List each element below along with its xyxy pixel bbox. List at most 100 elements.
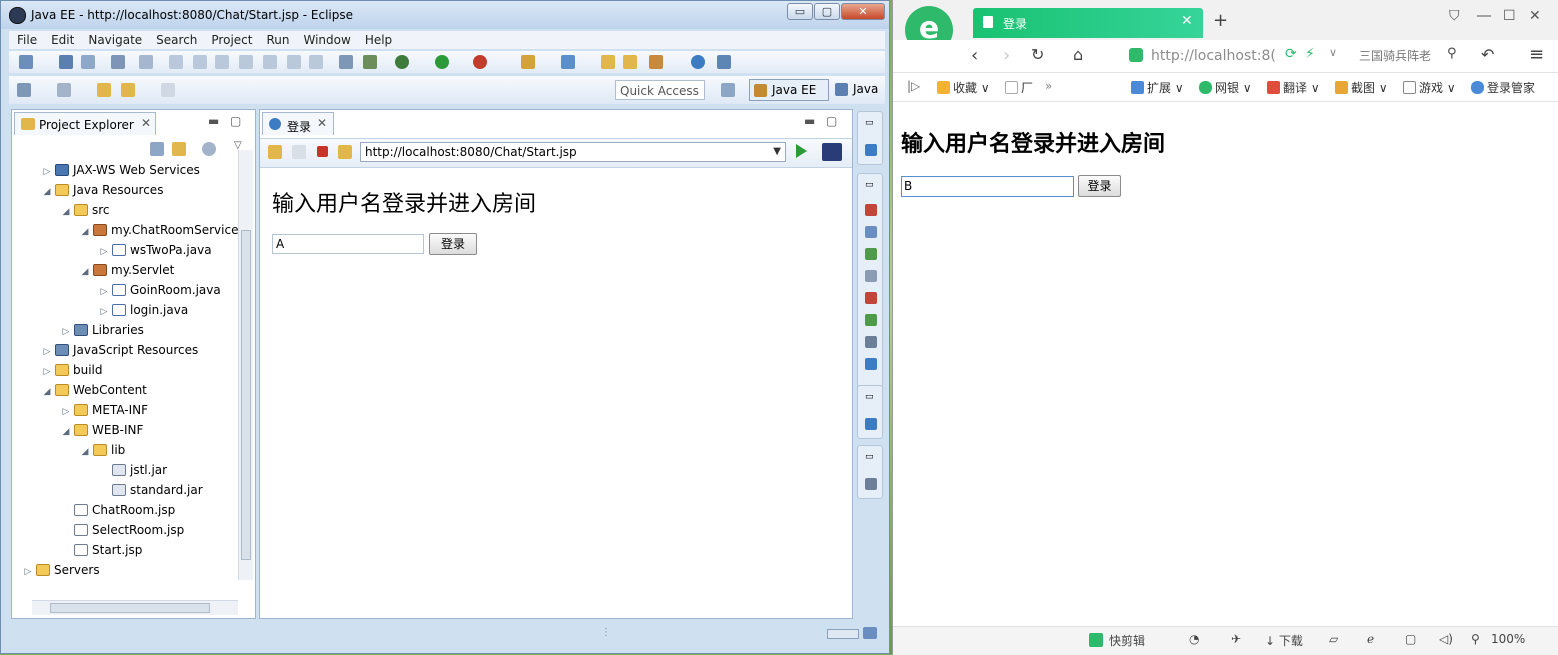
annotation-next-icon[interactable] (17, 83, 31, 97)
restore-icon[interactable]: ▭ (865, 180, 874, 190)
maximize-view-icon[interactable]: ▢ (826, 114, 837, 128)
fav-more[interactable]: » (1045, 79, 1052, 93)
expand-toggle-icon[interactable]: ▷ (60, 322, 72, 342)
print-icon[interactable] (111, 55, 125, 69)
expand-toggle-icon[interactable]: ◢ (79, 262, 91, 282)
menu-window[interactable]: Window (295, 31, 356, 47)
collapse-all-icon[interactable] (150, 142, 164, 156)
login-button[interactable]: 登录 (1078, 175, 1121, 197)
ie-mode-icon[interactable]: ℯ (1367, 632, 1374, 646)
stop-icon[interactable] (317, 146, 328, 157)
minimize-button[interactable]: ▭ (787, 3, 813, 20)
fav-extensions[interactable]: 扩展 ∨ (1131, 79, 1184, 96)
search-icon[interactable]: ⚲ (1447, 46, 1457, 61)
minimize-view-icon[interactable]: ▬ (804, 114, 815, 128)
fav-collections[interactable]: 收藏 ∨ (937, 79, 990, 96)
skip-breakpoints-icon[interactable] (139, 55, 153, 69)
forward-icon[interactable] (292, 145, 306, 159)
step-into-icon[interactable] (263, 55, 277, 69)
close-tab-icon[interactable]: ✕ (141, 116, 151, 130)
menu-search[interactable]: Search (148, 31, 203, 47)
go-icon[interactable] (796, 144, 807, 158)
expand-toggle-icon[interactable]: ▷ (98, 282, 110, 302)
undo-icon[interactable]: ↶ (1481, 45, 1494, 64)
menu-icon[interactable]: ≡ (1529, 44, 1544, 65)
username-input[interactable]: B (901, 176, 1074, 197)
terminal-icon[interactable] (865, 418, 877, 430)
window-icon[interactable]: ▢ (1405, 632, 1416, 646)
menu-edit[interactable]: Edit (43, 31, 80, 47)
menu-project[interactable]: Project (203, 31, 258, 47)
tree-item[interactable]: ▷ build (41, 360, 103, 380)
horizontal-scrollbar[interactable] (32, 600, 238, 615)
menu-help[interactable]: Help (357, 31, 398, 47)
servers-icon[interactable] (865, 248, 877, 260)
web-service-icon[interactable] (717, 55, 731, 69)
speed-icon[interactable]: ⟳ (1285, 46, 1297, 62)
close-tab-icon[interactable]: ✕ (1181, 13, 1193, 29)
eclipse-browser-icon[interactable] (822, 143, 842, 161)
vertical-scrollbar[interactable] (238, 150, 253, 580)
minimize-view-icon[interactable]: ▬ (208, 114, 219, 128)
tree-item[interactable]: standard.jar (98, 480, 203, 500)
project-explorer-tab[interactable]: Project Explorer ✕ (14, 112, 156, 135)
tree-item[interactable]: ▷ JavaScript Resources (41, 340, 199, 362)
tree-item[interactable]: ▷ Libraries (60, 320, 144, 340)
browser-tab[interactable]: 登录 ✕ (973, 8, 1203, 38)
progress-view-icon[interactable] (865, 478, 877, 490)
tree-item[interactable]: ▷ login.java (98, 300, 189, 322)
restore-icon[interactable]: ▭ (865, 118, 874, 128)
maximize-button[interactable]: ▢ (814, 3, 840, 20)
outline-icon[interactable] (865, 144, 877, 156)
terminate-icon[interactable] (215, 55, 229, 69)
back-icon[interactable] (97, 83, 111, 97)
address-bar[interactable]: http://localhost:8( (1151, 44, 1351, 68)
minimize-button[interactable]: ― (1477, 8, 1491, 24)
fav-bank[interactable]: 网银 ∨ (1199, 79, 1252, 96)
markers-icon[interactable] (865, 204, 877, 216)
search-tool-icon[interactable] (649, 55, 663, 69)
expand-toggle-icon[interactable]: ◢ (41, 182, 53, 202)
pin-icon[interactable]: ✈ (1231, 632, 1241, 646)
sidebar-toggle-icon[interactable]: |▷ (907, 79, 920, 93)
new-class-icon[interactable] (561, 55, 575, 69)
save-icon[interactable] (59, 55, 73, 69)
tree-item[interactable]: ◢ my.Servlet (79, 260, 175, 282)
open-perspective-icon[interactable] (721, 83, 735, 97)
snippets-icon[interactable] (865, 292, 877, 304)
history-icon[interactable]: ◔ (1189, 632, 1199, 646)
data-source-icon[interactable] (865, 270, 877, 282)
maximize-button[interactable]: ☐ (1503, 8, 1516, 24)
step-over-icon[interactable] (287, 55, 301, 69)
forward-icon[interactable]: › (1003, 45, 1010, 66)
tree-item[interactable]: ◢ WebContent (41, 380, 147, 400)
tree-item[interactable]: ChatRoom.jsp (60, 500, 175, 520)
editor-tab[interactable]: 登录 ✕ (262, 112, 334, 135)
download-button[interactable]: ↓ 下载 (1265, 632, 1303, 649)
back-icon[interactable]: ‹ (971, 45, 978, 66)
tree-item[interactable]: ◢ lib (79, 440, 126, 460)
expand-toggle-icon[interactable]: ▷ (41, 342, 53, 362)
expand-toggle-icon[interactable]: ▷ (98, 302, 110, 322)
restore-icon[interactable]: ▭ (865, 452, 874, 462)
perspective-java-ee[interactable]: Java EE (749, 79, 829, 101)
scrollbar-thumb[interactable] (241, 230, 251, 560)
lightning-icon[interactable]: ⚡ (1305, 46, 1315, 62)
expand-toggle-icon[interactable]: ◢ (79, 222, 91, 242)
disconnect-icon[interactable] (239, 55, 253, 69)
close-tab-icon[interactable]: ✕ (317, 116, 327, 130)
run-icon[interactable] (435, 55, 449, 69)
fav-games[interactable]: 游戏 ∨ (1403, 79, 1456, 96)
back-history-icon[interactable] (121, 83, 135, 97)
close-button[interactable]: ✕ (841, 3, 885, 20)
address-dropdown-icon[interactable]: ∨ (1329, 46, 1337, 59)
properties-icon[interactable] (865, 226, 877, 238)
security-shield-icon[interactable] (1129, 48, 1143, 62)
console-icon[interactable] (339, 55, 353, 69)
link-with-editor-icon[interactable] (172, 142, 186, 156)
resume-icon[interactable] (169, 55, 183, 69)
tree-item[interactable]: jstl.jar (98, 460, 167, 480)
expand-toggle-icon[interactable]: ◢ (60, 422, 72, 442)
tree-item[interactable]: ◢ my.ChatRoomService (79, 220, 238, 240)
menu-navigate[interactable]: Navigate (80, 31, 148, 47)
